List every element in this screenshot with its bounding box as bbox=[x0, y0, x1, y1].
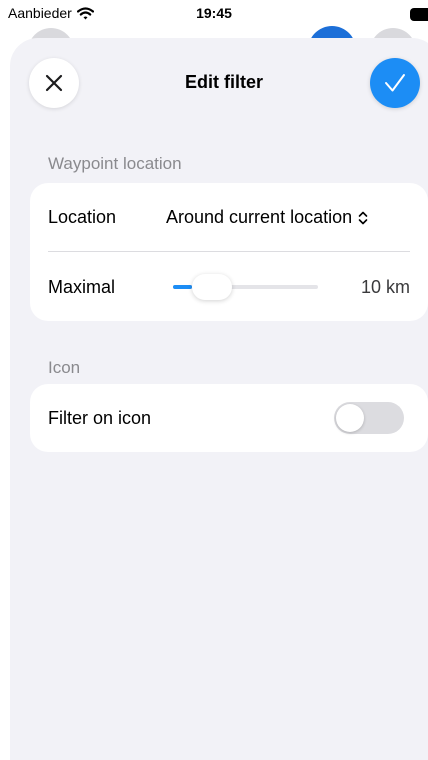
status-time: 19:45 bbox=[196, 5, 232, 21]
chevron-up-down-icon bbox=[358, 211, 368, 224]
battery-icon bbox=[410, 8, 428, 21]
location-label: Location bbox=[48, 207, 117, 227]
filter-on-icon-toggle[interactable] bbox=[334, 402, 404, 434]
location-value: Around current location bbox=[166, 207, 353, 227]
toggle-knob bbox=[336, 404, 364, 432]
page-title: Edit filter bbox=[184, 72, 263, 92]
slider-thumb[interactable] bbox=[191, 274, 232, 300]
filter-on-icon-label: Filter on icon bbox=[48, 408, 152, 428]
waypoint-location-card: Location Around current location Maximal… bbox=[30, 183, 428, 321]
distance-slider[interactable] bbox=[173, 274, 318, 300]
edit-filter-sheet: Edit filter Waypoint location Location A… bbox=[10, 38, 428, 760]
section-header-icon: Icon bbox=[48, 358, 81, 377]
icon-filter-card: Filter on icon bbox=[30, 384, 428, 452]
confirm-button[interactable] bbox=[370, 58, 420, 108]
maximal-label: Maximal bbox=[48, 277, 116, 297]
maximal-value: 10 km bbox=[360, 277, 410, 297]
checkmark-icon bbox=[385, 74, 405, 92]
status-bar: Aanbieder 19:45 bbox=[0, 0, 428, 30]
location-picker[interactable]: Around current location bbox=[166, 207, 368, 228]
section-header-waypoint-location: Waypoint location bbox=[48, 154, 182, 173]
slider-fill bbox=[173, 285, 192, 289]
row-divider bbox=[48, 251, 410, 252]
